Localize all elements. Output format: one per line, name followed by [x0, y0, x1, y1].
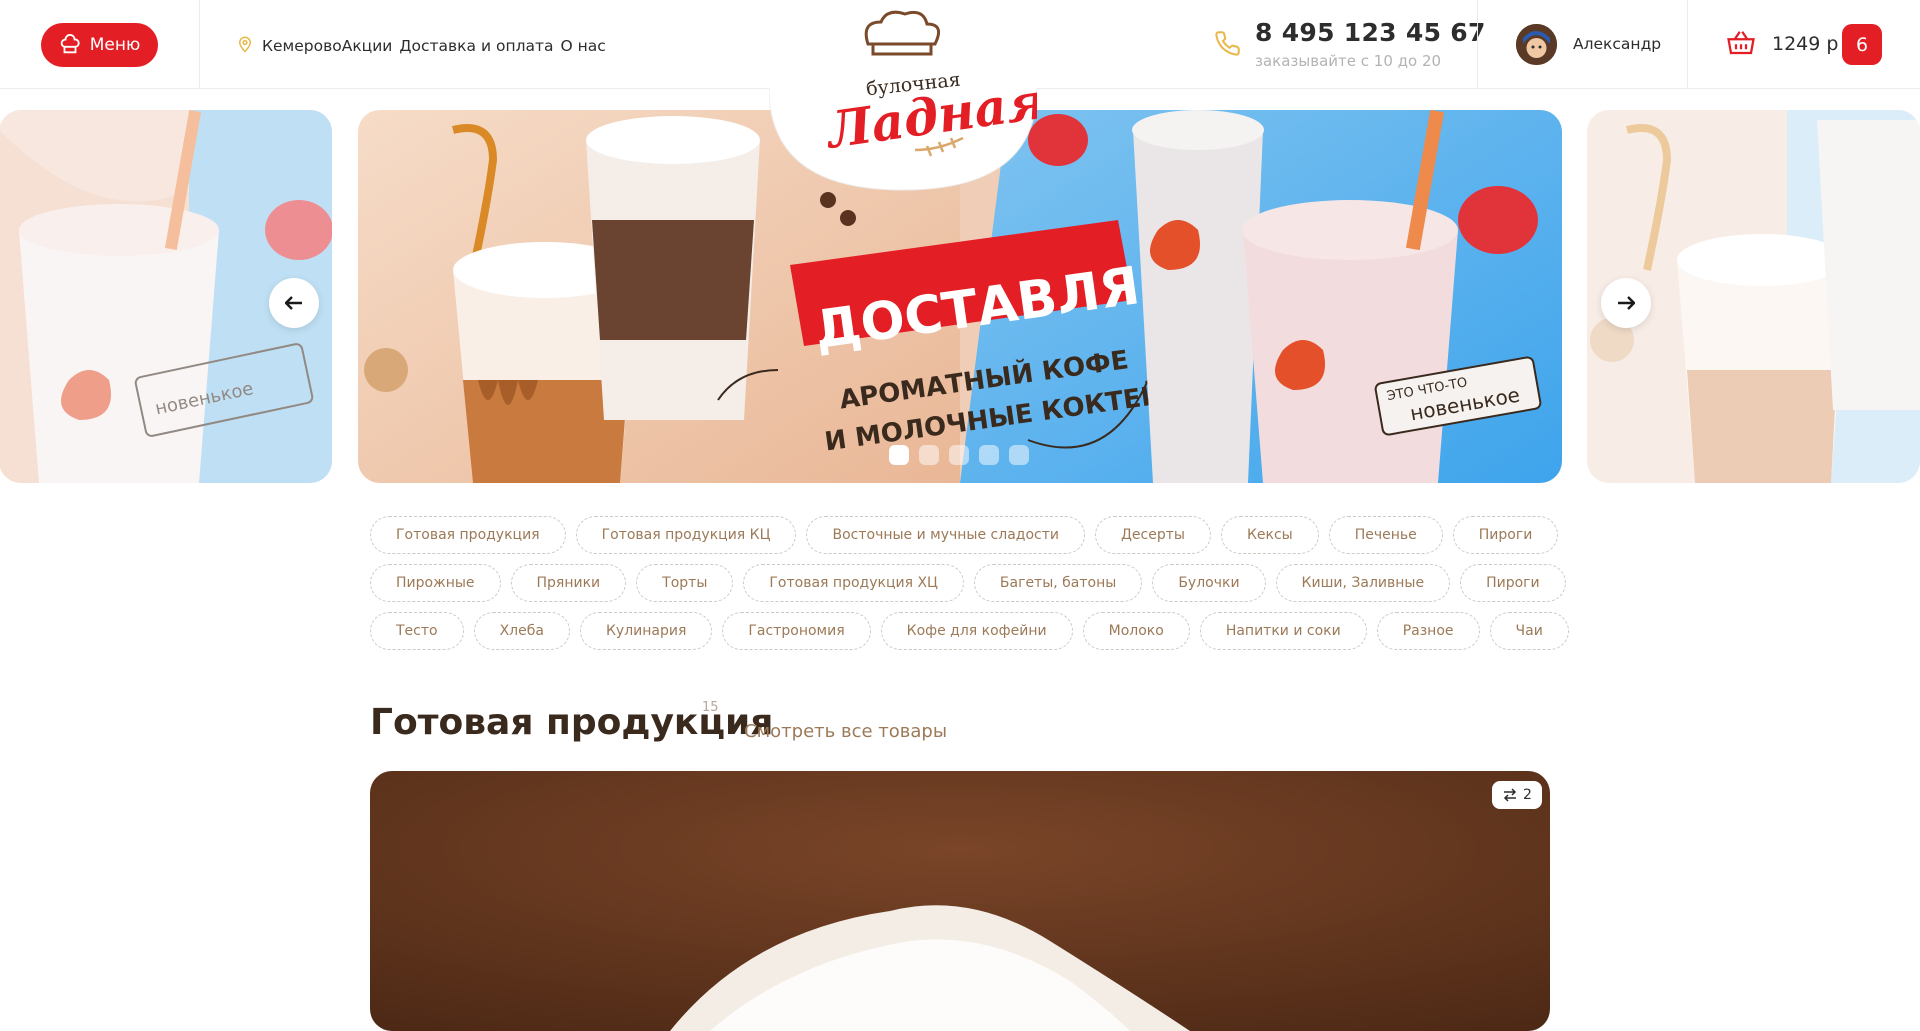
category-chip[interactable]: Багеты, батоны: [973, 564, 1143, 602]
category-chip[interactable]: Молоко: [1082, 612, 1190, 650]
slider-dot-1[interactable]: [889, 445, 909, 465]
arrow-right-icon: [1618, 296, 1635, 310]
chef-hat-icon: [60, 34, 80, 54]
category-chip[interactable]: Напитки и соки: [1199, 612, 1367, 650]
category-chip[interactable]: Тесто: [370, 612, 464, 650]
category-chip[interactable]: Восточные и мучные сладости: [806, 516, 1085, 554]
nav-link-promos[interactable]: Акции: [342, 37, 393, 55]
top-nav: Кемерово Акции Доставка и оплата О нас: [236, 34, 606, 58]
category-chip[interactable]: Готовая продукция ХЦ: [743, 564, 964, 602]
brand-logo[interactable]: булочная Ладная: [768, 0, 1050, 192]
category-chip[interactable]: Пирожные: [370, 564, 501, 602]
city-selector[interactable]: Кемерово: [262, 37, 342, 55]
category-chip[interactable]: Гастрономия: [722, 612, 871, 650]
user-avatar[interactable]: [1516, 24, 1557, 65]
category-row: Готовая продукция Готовая продукция КЦ В…: [370, 516, 1559, 554]
product-card-image[interactable]: [370, 771, 1550, 1031]
arrow-left-icon: [285, 296, 302, 310]
slider-prev-button[interactable]: [269, 278, 319, 328]
category-chip[interactable]: Разное: [1376, 612, 1480, 650]
menu-label: Меню: [89, 35, 141, 55]
slider-dot-2[interactable]: [919, 445, 939, 465]
category-chip[interactable]: Кофе для кофейни: [880, 612, 1073, 650]
category-chip[interactable]: Чаи: [1489, 612, 1569, 650]
nav-link-delivery[interactable]: Доставка и оплата: [399, 37, 553, 55]
slider-dot-3[interactable]: [949, 445, 969, 465]
slider-next-button[interactable]: [1601, 278, 1651, 328]
category-chip[interactable]: Печенье: [1328, 516, 1443, 554]
section-count: 15: [702, 700, 719, 715]
menu-button[interactable]: Меню: [41, 23, 158, 67]
phone-icon: [1214, 30, 1241, 61]
slider-dot-5[interactable]: [1009, 445, 1029, 465]
compare-arrows-icon: [1503, 788, 1517, 802]
category-chip[interactable]: Готовая продукция КЦ: [575, 516, 797, 554]
category-chip[interactable]: Торты: [636, 564, 734, 602]
user-name[interactable]: Александр: [1573, 35, 1661, 53]
category-chip[interactable]: Хлеба: [473, 612, 570, 650]
category-chip[interactable]: Киши, Заливные: [1275, 564, 1451, 602]
nav-link-about[interactable]: О нас: [561, 37, 606, 55]
view-all-link[interactable]: Смотреть все товары: [744, 721, 947, 742]
category-chip[interactable]: Готовая продукция: [370, 516, 566, 554]
slider-dot-4[interactable]: [979, 445, 999, 465]
divider: [199, 0, 200, 88]
slider-dots: [889, 445, 1029, 465]
location-pin-icon[interactable]: [236, 34, 254, 58]
phone-hours: заказывайте с 10 до 20: [1255, 52, 1442, 70]
compare-count: 2: [1523, 787, 1532, 803]
category-chip[interactable]: Пироги: [1460, 564, 1566, 602]
category-chip[interactable]: Кексы: [1220, 516, 1319, 554]
divider: [1687, 0, 1688, 88]
category-row: Тесто Хлеба Кулинария Гастрономия Кофе д…: [370, 612, 1569, 650]
category-chips: Готовая продукция Готовая продукция КЦ В…: [370, 516, 1569, 660]
category-chip[interactable]: Пироги: [1452, 516, 1559, 554]
divider: [1477, 0, 1478, 88]
cart-basket-icon[interactable]: [1726, 28, 1756, 62]
category-chip[interactable]: Пряники: [510, 564, 627, 602]
cart-count-badge[interactable]: 6: [1842, 24, 1882, 65]
cart-total[interactable]: 1249 р: [1772, 33, 1838, 55]
category-chip[interactable]: Десерты: [1094, 516, 1211, 554]
category-chip[interactable]: Булочки: [1152, 564, 1266, 602]
compare-button[interactable]: 2: [1492, 781, 1542, 809]
phone-number[interactable]: 8 495 123 45 67: [1255, 18, 1486, 47]
category-row: Пирожные Пряники Торты Готовая продукция…: [370, 564, 1566, 602]
category-chip[interactable]: Кулинария: [579, 612, 713, 650]
